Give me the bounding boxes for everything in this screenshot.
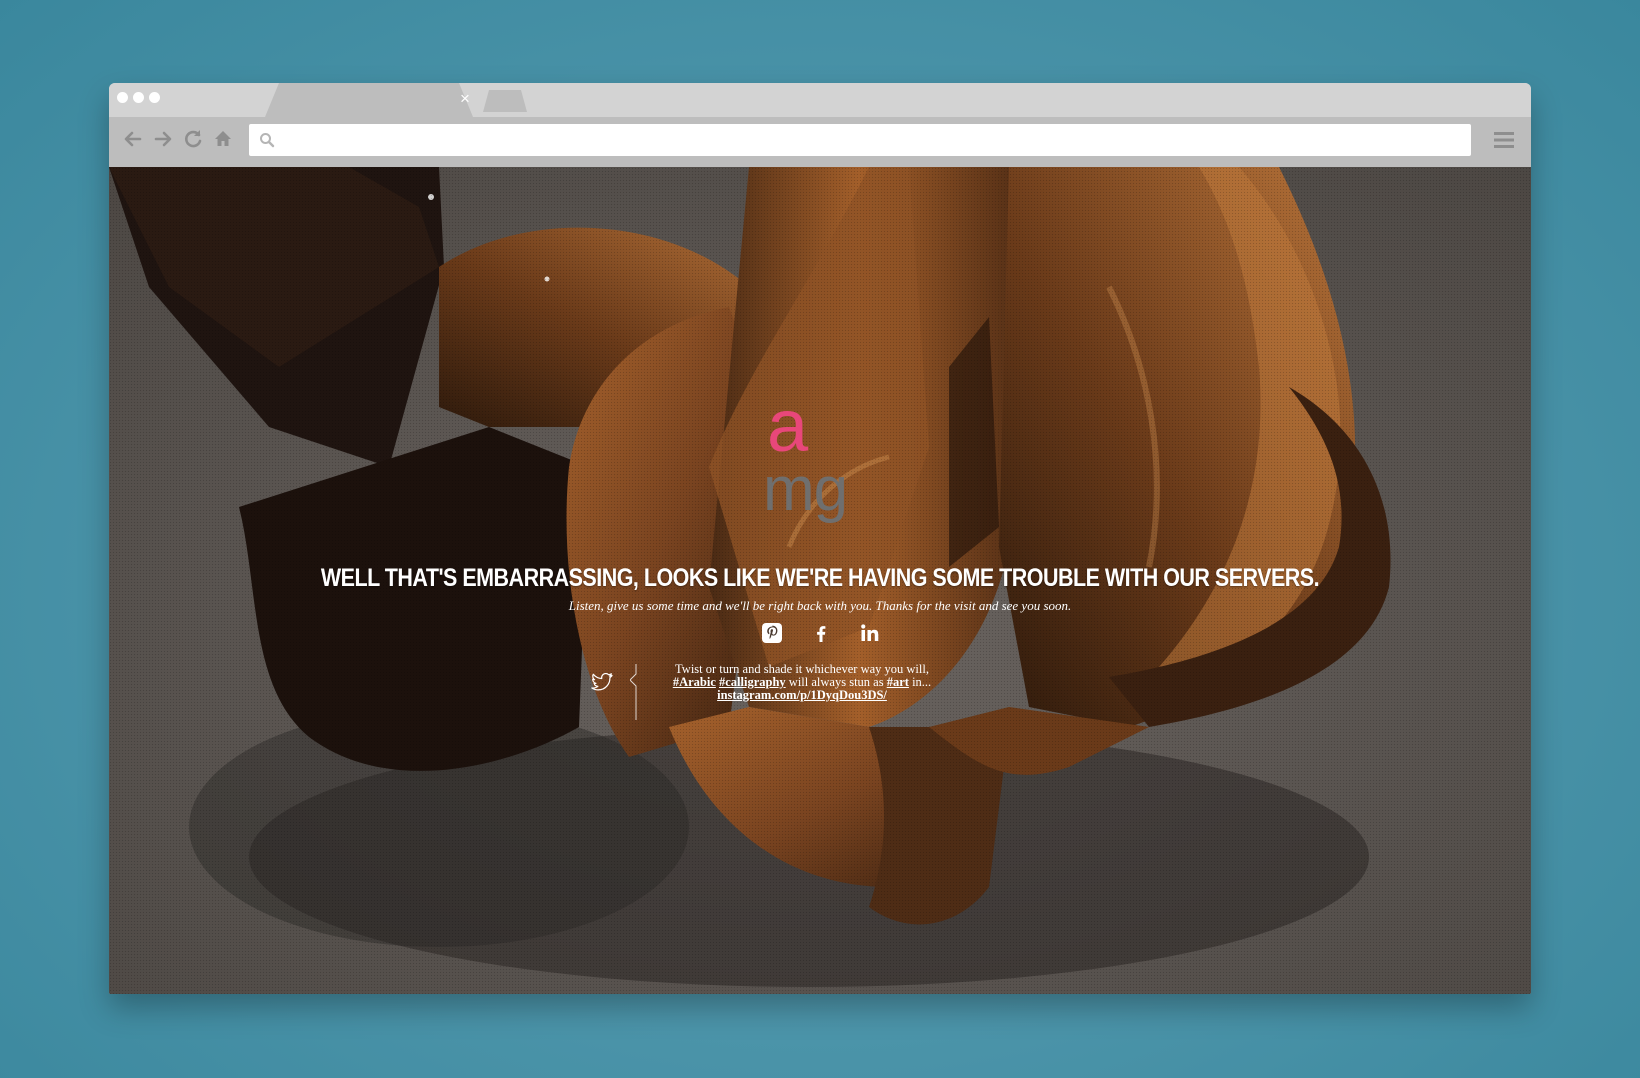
home-icon[interactable] (210, 126, 236, 152)
linkedin-icon[interactable] (859, 622, 881, 644)
new-tab-button[interactable] (483, 90, 527, 112)
tweet-mid-text: will always stun as (788, 675, 884, 689)
tweet-line-3: instagram.com/p/1DyqDou3DS/ (647, 689, 957, 702)
tweet-divider (630, 664, 637, 720)
logo-letter-a: a (767, 384, 809, 467)
window-maximize-dot[interactable] (149, 92, 160, 103)
pinterest-icon[interactable] (761, 622, 783, 644)
url-input[interactable] (283, 124, 1463, 156)
tweet-tail-text: in... (912, 675, 932, 689)
amg-logo: a mg (759, 389, 889, 543)
window-close-dot[interactable] (117, 92, 128, 103)
address-bar[interactable] (249, 124, 1471, 156)
instagram-link[interactable]: instagram.com/p/1DyqDou3DS/ (717, 688, 887, 702)
latest-tweet: Twist or turn and shade it whichever way… (647, 663, 957, 702)
forward-icon[interactable] (150, 126, 176, 152)
hashtag-art-link[interactable]: #art (887, 675, 909, 689)
error-headline: WELL THAT'S EMBARRASSING, LOOKS LIKE WE'… (320, 564, 1320, 592)
tab-bar: × (109, 83, 1531, 117)
page-viewport: a mg WELL THAT'S EMBARRASSING, LOOKS LIK… (109, 167, 1531, 994)
reload-icon[interactable] (180, 126, 206, 152)
tab-close-icon[interactable]: × (457, 89, 473, 109)
window-minimize-dot[interactable] (133, 92, 144, 103)
facebook-icon[interactable] (810, 622, 832, 644)
hashtag-arabic-link[interactable]: #Arabic (673, 675, 716, 689)
browser-window: × a mg WELL THAT'S EMBARRASSING, LOOKS L… (109, 83, 1531, 994)
hashtag-calligraphy-link[interactable]: #calligraphy (719, 675, 786, 689)
search-icon (260, 133, 275, 148)
logo-letters-mg: mg (763, 455, 848, 524)
social-links (761, 619, 881, 647)
back-icon[interactable] (120, 126, 146, 152)
browser-toolbar (109, 117, 1531, 167)
error-subline: Listen, give us some time and we'll be r… (568, 598, 1072, 613)
twitter-icon[interactable] (590, 672, 614, 694)
hamburger-menu-icon[interactable] (1493, 129, 1515, 151)
tab-active[interactable] (265, 83, 473, 117)
